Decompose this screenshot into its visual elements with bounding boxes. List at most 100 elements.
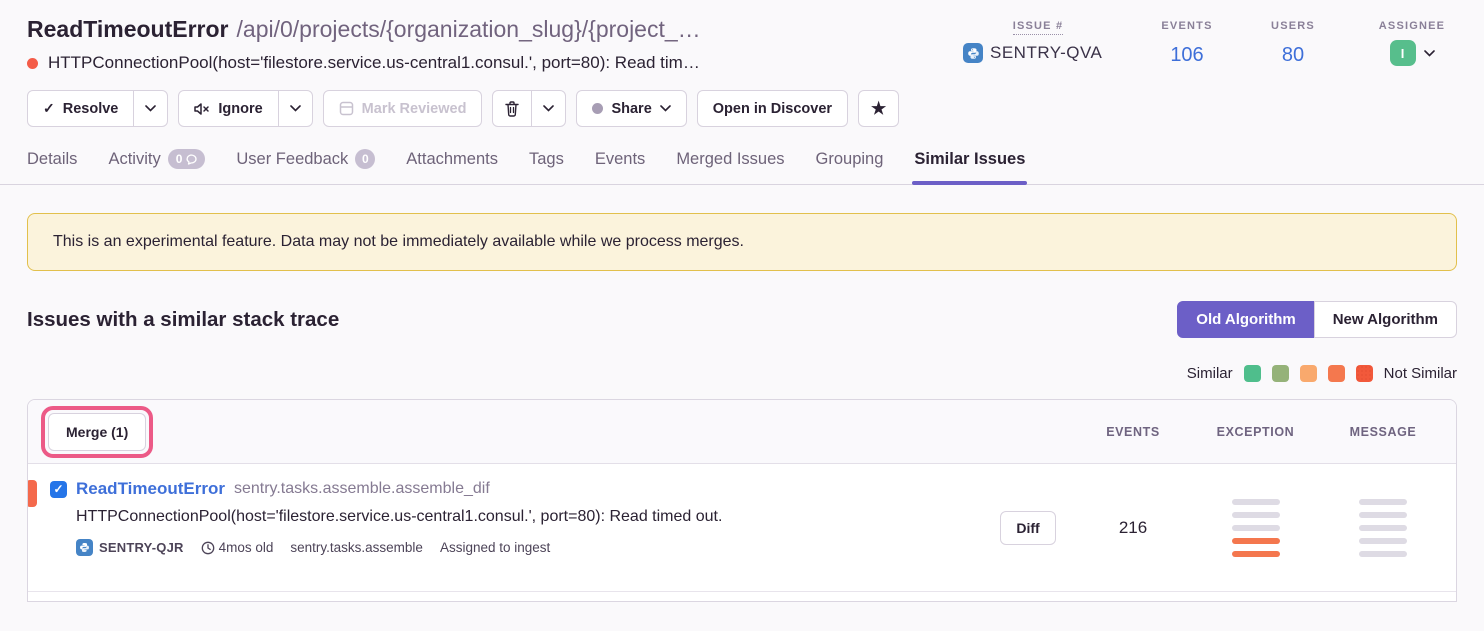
row-short-id: SENTRY-QJR [76, 539, 184, 556]
similar-issues-table: Merge (1) EVENTS EXCEPTION MESSAGE ✓ Rea… [27, 399, 1457, 602]
row-select-checkbox[interactable]: ✓ [50, 481, 67, 498]
merge-button-annotation-highlight: Merge (1) [41, 406, 153, 458]
similarity-bar [1359, 499, 1407, 505]
row-assigned: Assigned to ingest [440, 540, 550, 555]
next-row-partial [28, 592, 1456, 601]
open-in-discover-button[interactable]: Open in Discover [697, 90, 848, 127]
algorithm-toggle: Old Algorithm New Algorithm [1177, 301, 1457, 338]
tab-attachments[interactable]: Attachments [406, 149, 498, 184]
issue-type-title: ReadTimeoutError [27, 16, 229, 42]
issue-stats: ISSUE # SENTRY-QVA EVENTS 106 USERS 80 A… [963, 16, 1457, 67]
tab-activity[interactable]: Activity 0 [108, 149, 205, 184]
page-title: ReadTimeoutError/api/0/projects/{organiz… [27, 14, 701, 44]
users-stat-label: USERS [1271, 20, 1315, 32]
column-header-message: MESSAGE [1350, 425, 1417, 439]
tab-events[interactable]: Events [595, 149, 645, 184]
merge-button[interactable]: Merge (1) [48, 413, 146, 451]
row-age: 4mos old [201, 540, 274, 555]
issue-tab-bar: Details Activity 0 User Feedback 0 Attac… [0, 149, 1484, 185]
chevron-down-icon [543, 105, 554, 112]
events-stat-label: EVENTS [1161, 20, 1212, 32]
diff-button[interactable]: Diff [1000, 511, 1055, 545]
assignee-dropdown[interactable]: I [1367, 40, 1457, 66]
issue-subtitle: HTTPConnectionPool(host='filestore.servi… [48, 53, 700, 73]
tab-grouping[interactable]: Grouping [816, 149, 884, 184]
mute-icon [194, 102, 210, 116]
similarity-legend: Similar Not Similar [0, 365, 1484, 382]
tab-user-feedback[interactable]: User Feedback 0 [236, 149, 375, 184]
similarity-swatch-icon [1356, 365, 1373, 382]
new-algorithm-button[interactable]: New Algorithm [1314, 301, 1457, 338]
trash-icon [505, 101, 519, 117]
row-issue-meta: SENTRY-QJR 4mos old sentry.tasks.assembl… [50, 539, 983, 556]
delete-dropdown-button[interactable] [531, 90, 566, 127]
user-feedback-count-badge: 0 [355, 149, 375, 169]
similarity-swatch-icon [1272, 365, 1289, 382]
similarity-swatch-icon [1244, 365, 1261, 382]
ignore-button[interactable]: Ignore [178, 90, 278, 127]
assignee-stat-label: ASSIGNEE [1379, 20, 1445, 32]
tab-merged-issues[interactable]: Merged Issues [676, 149, 784, 184]
share-button[interactable]: Share [576, 90, 686, 127]
similarity-bar [1359, 512, 1407, 518]
issue-number-label: ISSUE # [1013, 20, 1064, 35]
tab-similar-issues[interactable]: Similar Issues [914, 149, 1025, 184]
issue-action-toolbar: ✓ Resolve Ignore Mark Reviewed [27, 90, 1457, 127]
message-similarity-bars [1359, 499, 1407, 557]
users-count-link[interactable]: 80 [1261, 44, 1325, 67]
issue-short-id-text: SENTRY-QVA [990, 43, 1102, 63]
ignore-dropdown-button[interactable] [278, 90, 313, 127]
similarity-bar [1359, 551, 1407, 557]
resolve-dropdown-button[interactable] [133, 90, 168, 127]
check-icon: ✓ [43, 100, 55, 117]
similarity-bar [1232, 512, 1280, 518]
issue-culprit-path: /api/0/projects/{organization_slug}/{pro… [237, 16, 701, 42]
chevron-down-icon [660, 105, 671, 112]
issue-short-id[interactable]: SENTRY-QVA [963, 43, 1113, 63]
comment-bubble-icon [185, 154, 197, 165]
star-icon: ★ [871, 100, 886, 117]
events-count-link[interactable]: 106 [1155, 44, 1219, 67]
python-project-icon [963, 43, 983, 63]
column-header-events: EVENTS [1106, 425, 1160, 439]
error-level-dot-icon [27, 58, 38, 69]
activity-count-badge: 0 [168, 149, 206, 169]
similarity-bar [1232, 525, 1280, 531]
issue-header: ReadTimeoutError/api/0/projects/{organiz… [0, 14, 1484, 127]
chevron-down-icon [1424, 50, 1435, 57]
delete-button[interactable] [492, 90, 532, 127]
resolve-button[interactable]: ✓ Resolve [27, 90, 134, 127]
similarity-bar [1232, 499, 1280, 505]
similarity-bar [1232, 538, 1280, 544]
row-issue-title-link[interactable]: ReadTimeoutError [76, 479, 225, 499]
legend-similar-label: Similar [1187, 365, 1233, 382]
similar-issues-heading: Issues with a similar stack trace [27, 308, 339, 332]
tab-details[interactable]: Details [27, 149, 77, 184]
legend-not-similar-label: Not Similar [1384, 365, 1457, 382]
tab-tags[interactable]: Tags [529, 149, 564, 184]
similarity-bar [1359, 538, 1407, 544]
experimental-feature-banner: This is an experimental feature. Data ma… [27, 213, 1457, 271]
python-project-icon [76, 539, 93, 556]
old-algorithm-button[interactable]: Old Algorithm [1177, 301, 1314, 338]
exception-similarity-bars [1232, 499, 1280, 557]
mark-reviewed-button[interactable]: Mark Reviewed [323, 90, 483, 127]
chevron-down-icon [145, 105, 156, 112]
row-task: sentry.tasks.assemble [290, 540, 423, 555]
error-level-bar-icon [27, 480, 37, 507]
column-header-exception: EXCEPTION [1217, 425, 1295, 439]
row-issue-message: HTTPConnectionPool(host='filestore.servi… [50, 508, 983, 526]
row-events-count: 216 [1119, 518, 1147, 538]
share-status-dot-icon [592, 103, 603, 114]
row-issue-culprit: sentry.tasks.assemble.assemble_dif [234, 480, 490, 498]
table-header: Merge (1) EVENTS EXCEPTION MESSAGE [28, 400, 1456, 464]
archive-icon [339, 101, 354, 116]
clock-icon [201, 541, 215, 555]
issue-title-block: ReadTimeoutError/api/0/projects/{organiz… [27, 14, 701, 73]
similarity-bar [1359, 525, 1407, 531]
similarity-swatch-icon [1300, 365, 1317, 382]
similarity-bar [1232, 551, 1280, 557]
bookmark-star-button[interactable]: ★ [858, 90, 899, 127]
assignee-avatar: I [1390, 40, 1416, 66]
similarity-swatch-icon [1328, 365, 1345, 382]
